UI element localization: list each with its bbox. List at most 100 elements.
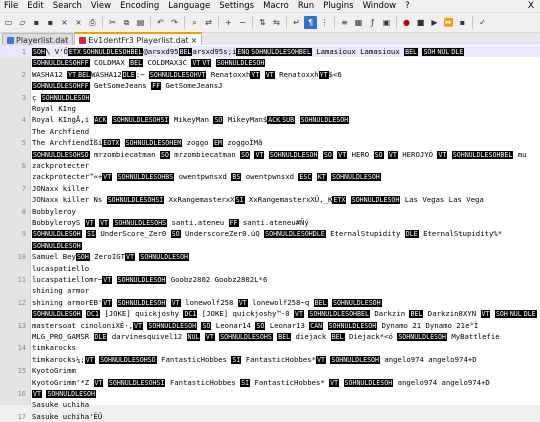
menu-language[interactable]: Language [168, 0, 210, 12]
editor-line[interactable]: KyotoGrimm'*Z VT SOHNULDLESOHSI Fantasti… [0, 377, 540, 388]
editor-line[interactable]: SOHNULDLESOHFF GetSomeJeans FF GetSomeJe… [0, 80, 540, 91]
menu-settings[interactable]: Settings [219, 0, 254, 12]
copy-icon[interactable]: ⧉ [120, 16, 133, 29]
editor-line[interactable]: Royal KIng [0, 103, 540, 114]
editor-line[interactable]: Sasuke uchiha [0, 399, 540, 410]
editor-line[interactable]: JONaxx killer Ns SOHNULDLESOHSI XxRangem… [0, 194, 540, 205]
toolbar-separator [472, 16, 473, 29]
editor-line[interactable]: 9 SOHNULDLESOH SI UnderScore_Zer0 SO Unde… [0, 228, 540, 239]
editor-line[interactable]: 12 shining armorEB'VT SOHNULDLESOH VT lon… [0, 297, 540, 308]
folder-workspace-icon[interactable]: ▣ [380, 16, 393, 29]
editor-line[interactable]: SOHNULDLESOHSO mrzombiecatman SO mrzombi… [0, 149, 540, 160]
editor-line[interactable]: MLG_PRO_GAMSR DLE darvinesquivel12 NUL V… [0, 331, 540, 342]
editor-line[interactable]: 6 zackprotecter [0, 160, 540, 171]
menu-plugins[interactable]: Plugins [323, 0, 353, 12]
line-text: Bobbyleroy [32, 206, 76, 216]
editor-line[interactable]: lucaspatiello [0, 263, 540, 274]
editor-line[interactable]: The Archfiend [0, 126, 540, 137]
menu-search[interactable]: Search [53, 0, 82, 12]
saved-file-icon [7, 36, 14, 44]
line-text: The Archfiend [32, 126, 90, 136]
toolbar-separator [334, 16, 335, 29]
menu-macro[interactable]: Macro [263, 0, 289, 12]
menu-edit[interactable]: Edit [27, 0, 43, 12]
menu-file[interactable]: File [4, 0, 18, 12]
sync-horizontal-icon[interactable]: ⇆ [270, 16, 283, 29]
line-text: lucaspatiellomr~VT SOHNULDLESOH Goobz280… [32, 275, 268, 284]
paste-icon[interactable]: ▤ [134, 16, 147, 29]
find-icon[interactable]: ⌕ [188, 16, 201, 29]
save-icon[interactable]: ▪ [30, 16, 43, 29]
text-editor[interactable]: 1 SOH\ V'ÖETX SOHNULDLESOHBEL@arsxd95BELar… [0, 45, 540, 421]
editor-line[interactable]: shining armor [0, 285, 540, 296]
menu-run[interactable]: Run [298, 0, 314, 12]
spell-check-icon[interactable]: ✓ [476, 16, 489, 29]
cut-icon[interactable]: ✂ [106, 16, 119, 29]
line-text: Samuel BeySOH ZeroIGTVT SOHNULDLESOH [32, 252, 190, 262]
editor-line[interactable]: zackprotecter™«+VT SOHNULDLESOHBS owentp… [0, 171, 540, 182]
editor-line[interactable]: timkarocks¼;VT SOHNULDLESOHSO FantasticH… [0, 354, 540, 365]
editor-line[interactable]: 3 ç SOHNULDLESOH [0, 92, 540, 103]
editor-line[interactable]: 1 SOH\ V'ÖETX SOHNULDLESOHBEL@arsxd95BELar… [0, 46, 540, 58]
new-file-icon[interactable]: ▭ [2, 16, 15, 29]
editor-line[interactable]: 15 KyotoGrimm [0, 365, 540, 376]
open-file-icon[interactable]: ▱ [16, 16, 29, 29]
line-number: 5 [21, 139, 26, 148]
language-icon[interactable]: ≡ [338, 16, 351, 29]
function-list-icon[interactable]: ƒ [366, 16, 379, 29]
editor-line[interactable]: 10 Samuel BeySOH ZeroIGTVT SOHNULDLESOH [0, 251, 540, 262]
editor-line[interactable]: 11 lucaspatiellomr~VT SOHNULDLESOH Goobz2… [0, 274, 540, 285]
stop-recording-icon[interactable]: ■ [414, 16, 427, 29]
editor-line[interactable]: 17 Sasuke uchiha'ËÛ [0, 411, 540, 422]
menu-help[interactable]: ? [405, 0, 410, 12]
tab-ev1dentfr3-playerlist[interactable]: Ev1dentFr3 Playerlist.dat × [74, 32, 203, 46]
editor-line[interactable]: SOHNULDLESOH DC1 [JOKE] quickjoshy DC1 [… [0, 308, 540, 319]
save-macro-icon[interactable]: ▪ [456, 16, 469, 29]
close-document-button[interactable]: X [528, 0, 534, 12]
line-text: SOHNULDLESOH DC1 [JOKE] quickjoshy DC1 [… [32, 309, 537, 319]
editor-line[interactable]: 14 timkarocks [0, 342, 540, 353]
playback-macro-icon[interactable]: ▶ [428, 16, 441, 29]
editor-line[interactable]: 8 Bobbyleroy [0, 206, 540, 217]
editor-line[interactable]: SOHNULDLESOHFF COLDMAX BEL COLDMAX3C VT V… [0, 57, 540, 68]
line-text: SOH\ V'ÖETX SOHNULDLESOHBEL@arsxd95BELars… [32, 47, 465, 56]
menu-window[interactable]: Window [363, 0, 397, 12]
line-text: SOHNULDLESOHSO mrzombiecatman SO mrzombi… [32, 149, 527, 159]
editor-line[interactable]: 2 WASHA12 YT BELWASHA12DLE:~ SOHNULDLESOHV… [0, 69, 540, 80]
toolbar-separator [102, 16, 103, 29]
editor-line[interactable]: 4 Royal KIngÅ,i ACK SOHNULDLESOHSI MikeyM… [0, 114, 540, 125]
editor-line[interactable]: 7 JONaxx killer [0, 183, 540, 194]
toolbar: ▭ ▱ ▪ ▪ × × ⎙ ✂ ⧉ ▤ ↶ ↷ ⌕ ⇄ + − ⇅ ⇆ ↵ ¶ … [0, 12, 540, 33]
replace-icon[interactable]: ⇄ [202, 16, 215, 29]
line-number: 9 [21, 230, 26, 239]
redo-icon[interactable]: ↷ [168, 16, 181, 29]
menu-bar: File Edit Search View Encoding Language … [0, 0, 540, 12]
menu-encoding[interactable]: Encoding [120, 0, 159, 12]
print-icon[interactable]: ⎙ [86, 16, 99, 29]
editor-line[interactable]: 5 The ArchfiendÏßiEOTX SOHNULDLESOHEM zog… [0, 137, 540, 148]
document-map-icon[interactable]: ▦ [352, 16, 365, 29]
record-macro-icon[interactable]: ● [400, 16, 413, 29]
zoom-out-icon[interactable]: − [236, 16, 249, 29]
menu-view[interactable]: View [91, 0, 111, 12]
close-all-icon[interactable]: × [72, 16, 85, 29]
editor-line[interactable]: BobbyleroyS VT VT SOHNULDLESOHS santi.at… [0, 217, 540, 228]
save-all-icon[interactable]: ▪ [44, 16, 57, 29]
indent-guide-icon[interactable]: ⋮ [318, 16, 331, 29]
word-wrap-icon[interactable]: ↵ [290, 16, 303, 29]
toolbar-separator [150, 16, 151, 29]
sync-vertical-icon[interactable]: ⇅ [256, 16, 269, 29]
editor-line[interactable]: 13 mastersoat cinoloniXÈ·,VT SOHNULDLESOH… [0, 320, 540, 331]
editor-line[interactable]: SOHNULDLESOH [0, 240, 540, 251]
close-icon[interactable]: × [58, 16, 71, 29]
show-all-characters-icon[interactable]: ¶ [304, 16, 317, 29]
line-text: The ArchfiendÏßiEOTX SOHNULDLESOHEM zogg… [32, 138, 263, 148]
toolbar-separator [218, 16, 219, 29]
undo-icon[interactable]: ↶ [154, 16, 167, 29]
run-macro-multiple-icon[interactable]: ⏩ [442, 16, 455, 29]
line-number: 7 [21, 184, 26, 193]
tab-close-icon[interactable]: × [191, 36, 198, 45]
line-text: timkarocks¼;VT SOHNULDLESOHSO FantasticH… [32, 354, 477, 364]
zoom-in-icon[interactable]: + [222, 16, 235, 29]
editor-line[interactable]: 16 VT SOHNULDLESOH [0, 388, 540, 399]
